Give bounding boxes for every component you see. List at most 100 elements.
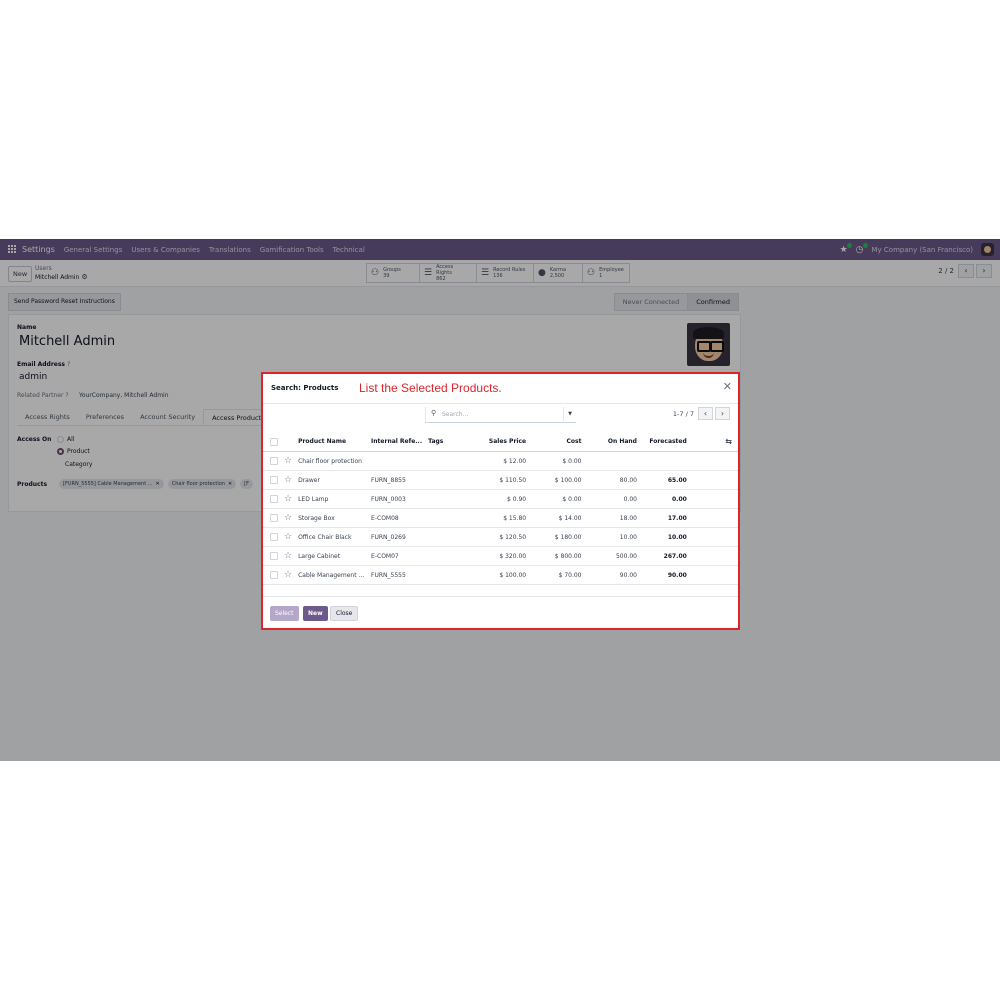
cell-product-name: Drawer (295, 470, 369, 490)
dialog-title: Search: Products (271, 384, 339, 392)
cell-forecasted: 65.00 (639, 470, 690, 490)
cell-sales-price: $ 100.00 (470, 565, 530, 585)
star-icon[interactable]: ☆ (281, 470, 296, 490)
table-row[interactable]: ☆ LED Lamp FURN_0003 $ 0.90 $ 0.00 0.00 … (263, 489, 738, 509)
cell-product-name: Office Chair Black (295, 527, 369, 547)
table-row[interactable]: ☆ Storage Box E-COM08 $ 15.80 $ 14.00 18… (263, 508, 738, 528)
cell-sales-price: $ 110.50 (470, 470, 530, 490)
cell-on-hand: 10.00 (584, 527, 640, 547)
table-row[interactable]: ☆ Cable Management ... FURN_5555 $ 100.0… (263, 565, 738, 585)
star-icon[interactable]: ☆ (281, 451, 296, 471)
dialog-pager: 1-7 / 7 ‹ › (673, 407, 730, 420)
cell-empty (689, 489, 738, 509)
cell-sales-price: $ 12.00 (470, 451, 530, 471)
cell-internal-reference: FURN_0269 (368, 527, 426, 547)
cell-internal-reference: E-COM08 (368, 508, 426, 528)
row-checkbox[interactable] (263, 508, 281, 528)
cell-tags (425, 451, 471, 471)
cell-forecasted: 0.00 (639, 489, 690, 509)
row-checkbox[interactable] (263, 565, 281, 585)
cell-product-name: Storage Box (295, 508, 369, 528)
cell-empty (689, 508, 738, 528)
cell-sales-price: $ 120.50 (470, 527, 530, 547)
cell-product-name: Chair floor protection (295, 451, 369, 471)
pager-value[interactable]: 1-7 / 7 (673, 410, 694, 418)
cell-on-hand: 18.00 (584, 508, 640, 528)
annotation-text: List the Selected Products. (359, 381, 502, 395)
cell-on-hand: 90.00 (584, 565, 640, 585)
cell-cost: $ 0.00 (529, 489, 585, 509)
cell-on-hand: 80.00 (584, 470, 640, 490)
star-icon[interactable]: ☆ (281, 508, 296, 528)
cell-empty (689, 546, 738, 566)
row-checkbox[interactable] (263, 527, 281, 547)
star-icon[interactable]: ☆ (281, 489, 296, 509)
column-product-name[interactable]: Product Name (295, 432, 369, 452)
cell-internal-reference: FURN_0003 (368, 489, 426, 509)
search-bar: ⚲ ▼ (425, 407, 576, 423)
cell-product-name: Large Cabinet (295, 546, 369, 566)
search-products-dialog: Search: Products List the Selected Produ… (261, 372, 740, 630)
row-checkbox[interactable] (263, 546, 281, 566)
column-cost[interactable]: Cost (529, 432, 585, 452)
cell-internal-reference: FURN_5555 (368, 565, 426, 585)
caret-down-icon[interactable]: ▼ (563, 407, 576, 421)
column-on-hand[interactable]: On Hand (584, 432, 640, 452)
chevron-left-icon[interactable]: ‹ (698, 407, 713, 420)
select-all-checkbox[interactable] (263, 432, 281, 452)
column-tags[interactable]: Tags (425, 432, 471, 452)
row-checkbox[interactable] (263, 451, 281, 471)
cell-cost: $ 14.00 (529, 508, 585, 528)
cell-forecasted (639, 451, 690, 471)
chevron-right-icon[interactable]: › (715, 407, 730, 420)
cell-tags (425, 470, 471, 490)
cell-internal-reference: E-COM07 (368, 546, 426, 566)
star-icon[interactable]: ☆ (281, 527, 296, 547)
cell-forecasted: 10.00 (639, 527, 690, 547)
star-icon[interactable]: ☆ (281, 565, 296, 585)
search-icon: ⚲ (431, 409, 437, 417)
cell-forecasted: 17.00 (639, 508, 690, 528)
close-button[interactable]: Close (330, 606, 359, 621)
row-checkbox[interactable] (263, 489, 281, 509)
table-header: Product Name Internal Refe... Tags Sales… (263, 432, 738, 452)
favorite-column (281, 432, 296, 452)
star-icon[interactable]: ☆ (281, 546, 296, 566)
cell-sales-price: $ 15.80 (470, 508, 530, 528)
cell-tags (425, 565, 471, 585)
cell-product-name: LED Lamp (295, 489, 369, 509)
table-row[interactable]: ☆ Large Cabinet E-COM07 $ 320.00 $ 800.0… (263, 546, 738, 566)
table-row[interactable]: ☆ Drawer FURN_8855 $ 110.50 $ 100.00 80.… (263, 470, 738, 490)
cell-product-name: Cable Management ... (295, 565, 369, 585)
cell-cost: $ 0.00 (529, 451, 585, 471)
dialog-header: Search: Products List the Selected Produ… (263, 374, 738, 404)
cell-on-hand: 500.00 (584, 546, 640, 566)
cell-forecasted: 90.00 (639, 565, 690, 585)
cell-on-hand: 0.00 (584, 489, 640, 509)
column-forecasted[interactable]: Forecasted (639, 432, 690, 452)
cell-cost: $ 70.00 (529, 565, 585, 585)
search-input[interactable] (442, 408, 554, 420)
products-table: Product Name Internal Refe... Tags Sales… (263, 432, 738, 585)
optional-columns-icon[interactable]: ⇆ (689, 432, 738, 452)
select-button[interactable]: Select (270, 606, 299, 621)
cell-forecasted: 267.00 (639, 546, 690, 566)
cell-tags (425, 546, 471, 566)
column-sales-price[interactable]: Sales Price (470, 432, 530, 452)
dialog-footer: Select New Close (263, 596, 738, 629)
cell-tags (425, 527, 471, 547)
cell-empty (689, 451, 738, 471)
table-row[interactable]: ☆ Office Chair Black FURN_0269 $ 120.50 … (263, 527, 738, 547)
cell-cost: $ 100.00 (529, 470, 585, 490)
cell-sales-price: $ 320.00 (470, 546, 530, 566)
new-product-button[interactable]: New (303, 606, 328, 621)
column-internal-reference[interactable]: Internal Refe... (368, 432, 426, 452)
row-checkbox[interactable] (263, 470, 281, 490)
cell-tags (425, 508, 471, 528)
cell-sales-price: $ 0.90 (470, 489, 530, 509)
cell-empty (689, 565, 738, 585)
table-row[interactable]: ☆ Chair floor protection $ 12.00 $ 0.00 (263, 451, 738, 471)
cell-cost: $ 800.00 (529, 546, 585, 566)
cell-cost: $ 180.00 (529, 527, 585, 547)
close-icon[interactable]: ✕ (723, 380, 732, 393)
